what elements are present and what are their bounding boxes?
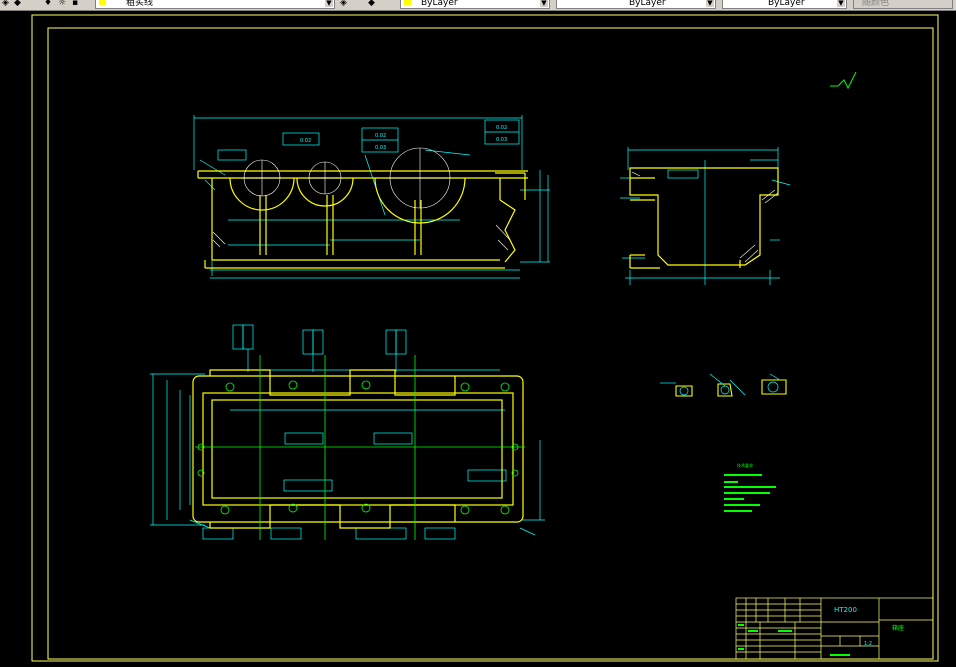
layer-previous-icon[interactable]: ◆: [368, 0, 375, 9]
material-text: HT200: [834, 606, 857, 614]
linetype-dropdown[interactable]: ByLayer ▼: [556, 0, 716, 9]
svg-text:0.02: 0.02: [496, 125, 507, 131]
svg-text:0.03: 0.03: [375, 145, 386, 151]
color-swatch: [404, 0, 411, 5]
plotstyle-dropdown: 随颜色: [853, 0, 953, 9]
chevron-down-icon[interactable]: ▼: [540, 0, 548, 7]
notes-title: 技术要求: [737, 462, 753, 468]
chevron-down-icon[interactable]: ▼: [837, 0, 845, 7]
svg-text:0.02: 0.02: [375, 133, 386, 139]
color-value: ByLayer: [421, 0, 458, 8]
scale-text: 1:2: [864, 641, 872, 647]
sun-icon[interactable]: ☼: [58, 0, 66, 9]
linetype-value: ByLayer: [629, 0, 666, 8]
chevron-down-icon[interactable]: ▼: [325, 0, 333, 7]
layer-manager-icon[interactable]: ◈: [2, 0, 9, 9]
chevron-down-icon[interactable]: ▼: [706, 0, 714, 7]
layer-name: 粗实线: [126, 0, 154, 8]
layer-state-icon[interactable]: ◆: [14, 0, 21, 9]
lineweight-dropdown[interactable]: ByLayer ▼: [722, 0, 847, 9]
lightbulb-icon[interactable]: ♦: [44, 0, 52, 9]
drawing-canvas[interactable]: 0.02 0.02 0.03 0.02 0.03 技术要求 HT200 箱座 1…: [0, 11, 956, 667]
layer-dropdown[interactable]: 粗实线 ▼: [95, 0, 335, 9]
make-current-layer-icon[interactable]: ◈: [340, 0, 347, 9]
lineweight-value: ByLayer: [768, 0, 805, 8]
svg-text:0.03: 0.03: [496, 137, 507, 143]
color-dropdown[interactable]: ByLayer ▼: [400, 0, 550, 9]
properties-toolbar: ◈ ◆ ♦ ☼ ▪ 粗实线 ▼ ◈ ◆ ByLayer ▼ ByLayer ▼ …: [0, 0, 956, 11]
layer-color-swatch: [99, 0, 106, 5]
part-name-text: 箱座: [892, 624, 904, 632]
lock-icon[interactable]: ▪: [72, 0, 78, 9]
plotstyle-value: 随颜色: [862, 0, 890, 8]
svg-text:0.02: 0.02: [300, 138, 311, 144]
